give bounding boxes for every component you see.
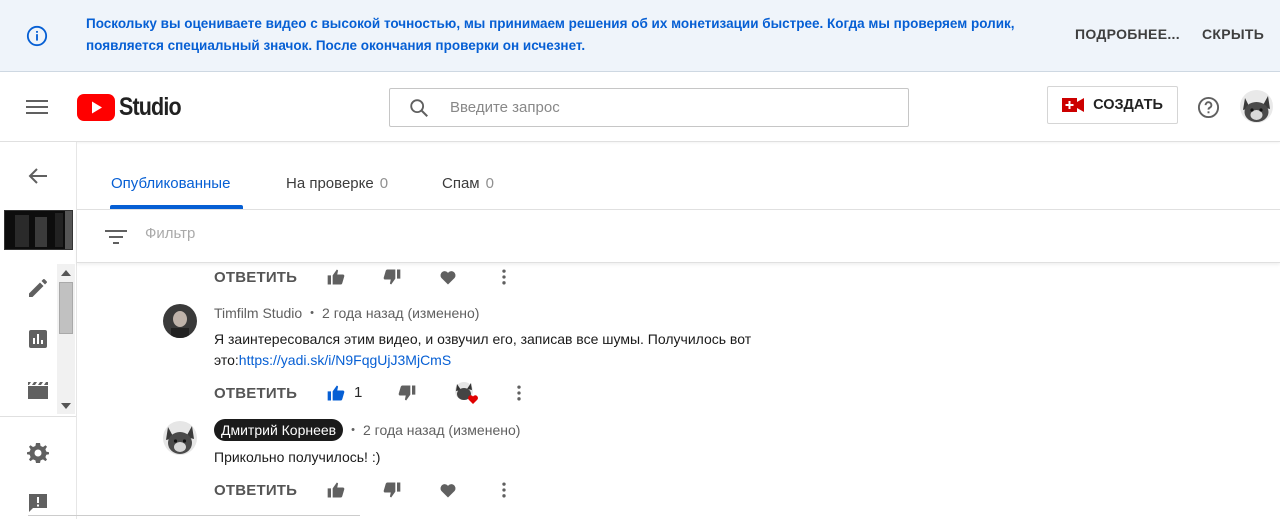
separator-dot: • — [310, 307, 315, 319]
cat-avatar-icon — [163, 421, 197, 455]
filter-bar — [77, 210, 1280, 263]
help-icon[interactable] — [1197, 96, 1220, 119]
thumbs-down-icon[interactable] — [382, 480, 402, 500]
comment-text: Прикольно получилось! :) — [214, 447, 774, 468]
more-vert-icon[interactable] — [494, 480, 514, 500]
tab-spam-label: Спам — [442, 175, 480, 192]
creator-heart-icon[interactable] — [453, 380, 479, 406]
comment-body: Прикольно получилось! :) — [214, 449, 381, 465]
learn-more-button[interactable]: ПОДРОБНЕЕ... — [1075, 26, 1180, 42]
comment-text: Я заинтересовался этим видео, и озвучил … — [214, 329, 774, 371]
tab-held-for-review[interactable]: На проверке 0 — [286, 175, 388, 192]
comment-time: 2 года назад (изменено) — [362, 422, 521, 438]
more-vert-icon[interactable] — [509, 383, 529, 403]
search-input[interactable] — [450, 99, 870, 116]
account-avatar[interactable] — [1240, 90, 1273, 123]
comment-meta: Timfilm Studio • 2 года назад (изменено) — [214, 305, 479, 321]
thumbs-up-icon[interactable] — [326, 480, 346, 500]
top-header: Studio СОЗДАТЬ — [0, 72, 1280, 142]
settings-gear-icon[interactable] — [26, 441, 50, 465]
channel-owner-badge[interactable]: Дмитрий Корнеев — [214, 419, 344, 441]
banner-message: Поскольку вы оцениваете видео с высокой … — [86, 16, 1015, 53]
filter-input[interactable] — [145, 225, 545, 242]
thumbnail-image — [5, 211, 72, 249]
comment-link[interactable]: https://yadi.sk/i/N9FqgUjJ3MjCmS — [239, 352, 451, 368]
commenter-avatar[interactable] — [163, 421, 197, 455]
create-label: СОЗДАТЬ — [1093, 97, 1163, 113]
analytics-icon[interactable] — [26, 327, 50, 351]
hamburger-menu-icon[interactable] — [26, 98, 48, 116]
monetization-banner: Поскольку вы оцениваете видео с высокой … — [0, 0, 1280, 72]
video-camera-add-icon — [1062, 98, 1085, 112]
comment-actions-row: ОТВЕТИТЬ — [214, 478, 524, 502]
bottom-edge-divider — [28, 515, 360, 519]
info-icon — [26, 25, 48, 47]
editor-clapperboard-icon[interactable] — [26, 378, 50, 402]
user-photo-avatar-icon — [163, 304, 197, 338]
tab-published-label: Опубликованные — [111, 175, 231, 192]
left-sidebar — [0, 142, 77, 519]
feedback-icon[interactable] — [26, 491, 50, 515]
comment-actions-row: ОТВЕТИТЬ 1 — [214, 381, 534, 405]
heart-icon[interactable] — [438, 480, 458, 500]
search-box[interactable] — [389, 88, 909, 127]
studio-logo[interactable]: Studio — [77, 92, 191, 122]
video-thumbnail[interactable] — [4, 210, 73, 250]
tab-spam[interactable]: Спам 0 — [442, 175, 494, 192]
reply-button[interactable]: ОТВЕТИТЬ — [214, 482, 297, 499]
comment-actions-row: ОТВЕТИТЬ — [214, 265, 524, 289]
back-arrow-icon[interactable] — [26, 164, 50, 188]
reply-button[interactable]: ОТВЕТИТЬ — [214, 269, 297, 286]
comment-time: 2 года назад (изменено) — [322, 305, 480, 321]
comment-author[interactable]: Timfilm Studio — [214, 305, 302, 321]
search-icon — [410, 98, 428, 117]
heart-icon[interactable] — [438, 267, 458, 287]
logo-text: Studio — [119, 92, 182, 121]
reply-button[interactable]: ОТВЕТИТЬ — [214, 385, 297, 402]
thumbs-up-icon[interactable] — [326, 267, 346, 287]
youtube-logo-icon — [77, 93, 115, 121]
tab-spam-count: 0 — [485, 175, 494, 192]
hide-banner-button[interactable]: СКРЫТЬ — [1202, 26, 1264, 42]
more-vert-icon[interactable] — [494, 267, 514, 287]
scroll-up-arrow-icon[interactable] — [61, 270, 71, 276]
thumbs-down-icon[interactable] — [397, 383, 417, 403]
tab-review-count: 0 — [379, 175, 389, 192]
comments-tabs: Опубликованные На проверке 0 Спам 0 — [77, 142, 1280, 210]
thumbs-down-icon[interactable] — [382, 267, 402, 287]
active-tab-indicator — [110, 205, 243, 209]
scrollbar-thumb[interactable] — [59, 282, 73, 334]
edit-pencil-icon[interactable] — [26, 276, 50, 300]
cat-avatar-icon — [1240, 90, 1273, 123]
thumbs-up-filled-icon[interactable] — [326, 383, 346, 403]
commenter-avatar[interactable] — [163, 304, 197, 338]
tab-published[interactable]: Опубликованные — [111, 175, 230, 192]
create-button[interactable]: СОЗДАТЬ — [1047, 86, 1178, 124]
tab-review-label: На проверке — [286, 175, 374, 192]
sidebar-divider — [0, 416, 76, 417]
like-count: 1 — [354, 384, 363, 401]
scroll-down-arrow-icon[interactable] — [61, 403, 71, 409]
comment-meta: Дмитрий Корнеев • 2 года назад (изменено… — [214, 419, 520, 441]
sidebar-scrollbar[interactable] — [57, 264, 75, 414]
filter-icon[interactable] — [105, 227, 127, 247]
separator-dot: • — [351, 424, 355, 436]
